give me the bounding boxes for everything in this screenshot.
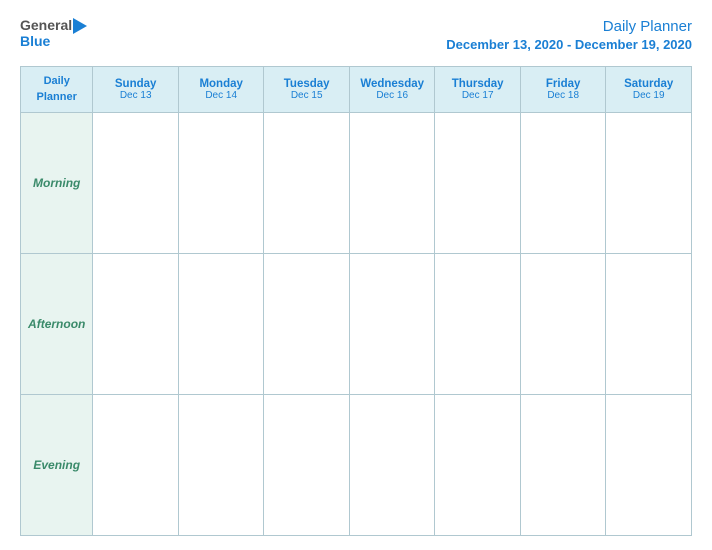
- title-block: Daily Planner December 13, 2020 - Decemb…: [446, 18, 692, 54]
- col-header-tuesday: Tuesday Dec 15: [264, 67, 350, 113]
- date-dec16: Dec 16: [353, 90, 432, 101]
- cell-morning-wednesday[interactable]: [349, 113, 435, 254]
- date-dec18: Dec 18: [524, 90, 603, 101]
- cell-evening-sunday[interactable]: [93, 395, 179, 536]
- table-row-afternoon: Afternoon: [21, 254, 692, 395]
- cell-morning-tuesday[interactable]: [264, 113, 350, 254]
- date-dec17: Dec 17: [438, 90, 517, 101]
- logo: General Blue: [20, 18, 87, 49]
- cell-afternoon-friday[interactable]: [520, 254, 606, 395]
- page: General Blue Daily Planner December 13, …: [0, 0, 712, 550]
- day-monday: Monday: [182, 78, 261, 90]
- day-saturday: Saturday: [609, 78, 688, 90]
- header-daily-planner: Daily Planner: [21, 67, 93, 113]
- row-label-evening: Evening: [21, 395, 93, 536]
- planner-title: Daily Planner: [603, 18, 692, 35]
- header-daily-line2: Planner: [37, 91, 77, 103]
- logo-blue-text: Blue: [20, 34, 50, 49]
- date-dec15: Dec 15: [267, 90, 346, 101]
- cell-afternoon-saturday[interactable]: [606, 254, 692, 395]
- cell-afternoon-sunday[interactable]: [93, 254, 179, 395]
- calendar-table: Daily Planner Sunday Dec 13 Monday Dec 1…: [20, 66, 692, 536]
- col-header-friday: Friday Dec 18: [520, 67, 606, 113]
- header: General Blue Daily Planner December 13, …: [20, 18, 692, 54]
- date-dec19: Dec 19: [609, 90, 688, 101]
- cell-afternoon-monday[interactable]: [178, 254, 264, 395]
- day-sunday: Sunday: [96, 78, 175, 90]
- date-dec14: Dec 14: [182, 90, 261, 101]
- day-tuesday: Tuesday: [267, 78, 346, 90]
- col-header-thursday: Thursday Dec 17: [435, 67, 521, 113]
- logo-triangle-icon: [73, 18, 87, 34]
- cell-evening-monday[interactable]: [178, 395, 264, 536]
- logo-general-text: General: [20, 18, 72, 33]
- cell-afternoon-tuesday[interactable]: [264, 254, 350, 395]
- cell-morning-friday[interactable]: [520, 113, 606, 254]
- day-wednesday: Wednesday: [353, 78, 432, 90]
- col-header-saturday: Saturday Dec 19: [606, 67, 692, 113]
- cell-evening-thursday[interactable]: [435, 395, 521, 536]
- cell-evening-tuesday[interactable]: [264, 395, 350, 536]
- cell-afternoon-wednesday[interactable]: [349, 254, 435, 395]
- date-range: December 13, 2020 - December 19, 2020: [446, 37, 692, 52]
- row-label-afternoon: Afternoon: [21, 254, 93, 395]
- cell-evening-friday[interactable]: [520, 395, 606, 536]
- cell-evening-wednesday[interactable]: [349, 395, 435, 536]
- table-row-morning: Morning: [21, 113, 692, 254]
- row-label-morning: Morning: [21, 113, 93, 254]
- cell-morning-thursday[interactable]: [435, 113, 521, 254]
- col-header-wednesday: Wednesday Dec 16: [349, 67, 435, 113]
- cell-evening-saturday[interactable]: [606, 395, 692, 536]
- day-friday: Friday: [524, 78, 603, 90]
- col-header-sunday: Sunday Dec 13: [93, 67, 179, 113]
- cell-morning-saturday[interactable]: [606, 113, 692, 254]
- cell-morning-monday[interactable]: [178, 113, 264, 254]
- date-dec13: Dec 13: [96, 90, 175, 101]
- cell-afternoon-thursday[interactable]: [435, 254, 521, 395]
- table-row-evening: Evening: [21, 395, 692, 536]
- cell-morning-sunday[interactable]: [93, 113, 179, 254]
- day-thursday: Thursday: [438, 78, 517, 90]
- col-header-monday: Monday Dec 14: [178, 67, 264, 113]
- header-daily-line1: Daily: [44, 75, 70, 87]
